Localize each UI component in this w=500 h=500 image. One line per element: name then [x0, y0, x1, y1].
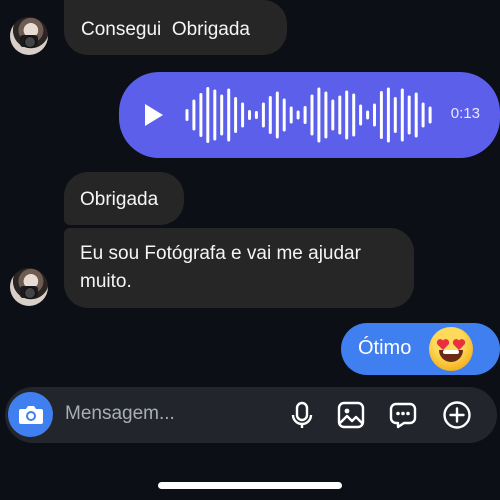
waveform[interactable] [183, 72, 433, 158]
message-incoming-2[interactable]: Obrigada [64, 172, 184, 225]
message-text: Obrigada [80, 189, 159, 210]
message-text-line-2: muito. [80, 271, 132, 292]
play-icon[interactable] [145, 104, 163, 126]
message-text: Consegui Obrigada [81, 19, 250, 40]
message-input[interactable]: Mensagem... [65, 403, 175, 425]
camera-button[interactable] [8, 392, 53, 437]
plus-circle-icon[interactable] [442, 400, 472, 430]
message-incoming-3[interactable]: Eu sou Fotógrafa e vai me ajudar muito. [64, 228, 414, 308]
heart-eyes-emoji [429, 327, 473, 371]
message-composer: Mensagem... [5, 387, 497, 443]
avatar-lens-detail [24, 36, 36, 48]
sender-avatar[interactable] [10, 268, 48, 306]
image-icon[interactable] [336, 400, 366, 430]
message-incoming-1[interactable]: Consegui Obrigada [64, 0, 287, 55]
camera-icon [19, 406, 43, 424]
message-text: Ótimo [358, 337, 412, 359]
chat-bubble-icon[interactable] [388, 400, 418, 430]
message-outgoing-1[interactable]: Ótimo [341, 323, 500, 375]
emoji-mouth [439, 350, 463, 362]
voice-duration: 0:13 [450, 105, 480, 122]
message-text-line-1: Eu sou Fotógrafa e vai me ajudar [80, 243, 361, 264]
sender-avatar[interactable] [10, 17, 48, 55]
home-indicator[interactable] [158, 482, 342, 489]
avatar-lens-detail [24, 287, 36, 299]
microphone-icon[interactable] [287, 400, 317, 430]
voice-message[interactable]: 0:13 [119, 72, 500, 158]
